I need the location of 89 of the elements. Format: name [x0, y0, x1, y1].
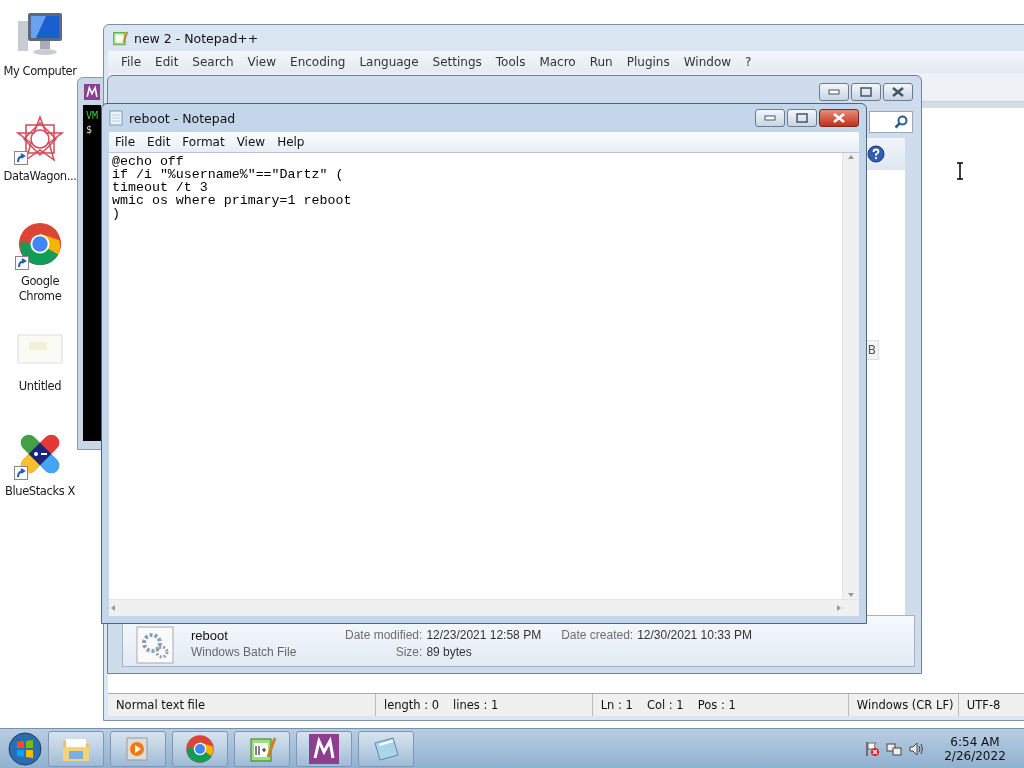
- taskbar-button[interactable]: [296, 731, 352, 767]
- window-title: new 2 - Notepad++: [134, 30, 259, 46]
- window-title: reboot - Notepad: [129, 110, 236, 126]
- status-text: Normal text file: [116, 698, 206, 712]
- maximize-button[interactable]: [851, 83, 881, 101]
- maximize-icon: [860, 87, 872, 97]
- detail-label: Date created:: [561, 628, 634, 644]
- scroll-left-icon[interactable]: [109, 604, 117, 612]
- notepad-plus-icon: [248, 735, 276, 763]
- scroll-right-icon[interactable]: [835, 604, 843, 612]
- batch-file-icon: [135, 625, 175, 665]
- blank-document-icon: [17, 334, 63, 364]
- menu-item[interactable]: Format: [176, 135, 231, 149]
- menu-item[interactable]: Settings: [425, 55, 489, 69]
- menu-item[interactable]: File: [109, 135, 142, 149]
- menu-item[interactable]: ?: [738, 55, 759, 69]
- detail-value: 89 bytes: [426, 645, 473, 661]
- search-field[interactable]: [869, 111, 913, 133]
- media-player-icon: [125, 736, 151, 762]
- status-text: Windows (CR LF): [856, 698, 954, 712]
- start-button[interactable]: [8, 732, 42, 766]
- file-type: Windows Batch File: [191, 645, 298, 661]
- terminal-line: $: [86, 123, 93, 137]
- minimize-button[interactable]: [819, 83, 849, 101]
- shortcut-arrow-icon: [14, 151, 28, 165]
- flag-icon[interactable]: [864, 741, 880, 757]
- close-button[interactable]: [883, 83, 913, 101]
- maximize-button[interactable]: [787, 109, 817, 127]
- menu-item[interactable]: Tools: [488, 55, 533, 69]
- horizontal-scrollbar[interactable]: [109, 599, 859, 616]
- maximize-icon: [796, 113, 808, 123]
- chrome-icon: [17, 221, 63, 267]
- desktop-icon-label[interactable]: DataWagon...: [0, 169, 80, 184]
- menu-item[interactable]: Edit: [141, 135, 177, 149]
- chrome-icon: [185, 734, 215, 764]
- terminal-line: VM: [86, 109, 99, 123]
- shortcut-arrow-icon: [14, 466, 28, 480]
- menu-item[interactable]: Plugins: [619, 55, 677, 69]
- status-text: length : 0: [383, 698, 440, 712]
- status-text: Ln : 1: [600, 698, 633, 712]
- minimize-button[interactable]: [755, 109, 785, 127]
- close-button[interactable]: [819, 109, 859, 127]
- clock-date[interactable]: 2/26/2022: [944, 749, 1006, 763]
- file-name: reboot: [191, 628, 229, 645]
- detail-value: 12/23/2021 12:58 PM: [426, 628, 543, 644]
- minimize-icon: [764, 115, 776, 121]
- status-text: UTF-8: [966, 698, 1001, 712]
- status-text: Pos : 1: [697, 698, 736, 712]
- taskbar-button[interactable]: [48, 731, 104, 767]
- star-icon: [16, 115, 64, 163]
- minimize-icon: [828, 89, 840, 95]
- speaker-icon[interactable]: [908, 741, 924, 757]
- detail-value: 12/30/2021 10:33 PM: [637, 628, 753, 644]
- menu-item[interactable]: Help: [271, 135, 311, 149]
- taskbar-button[interactable]: [234, 731, 290, 767]
- text-cursor-icon: [955, 162, 965, 180]
- menu-item[interactable]: Edit: [148, 55, 186, 69]
- status-text: lines : 1: [453, 698, 499, 712]
- menu-item[interactable]: Window: [676, 55, 739, 69]
- menu-item[interactable]: View: [230, 135, 272, 149]
- clock-time[interactable]: 6:54 AM: [950, 735, 1000, 749]
- detail-label: Size:: [394, 645, 423, 661]
- notepad-icon: [109, 110, 123, 126]
- network-icon[interactable]: [886, 741, 902, 757]
- close-icon: [832, 113, 846, 123]
- desktop-icon-label[interactable]: BlueStacks X: [0, 484, 80, 499]
- help-icon[interactable]: [867, 145, 885, 163]
- shortcut-arrow-icon: [15, 256, 29, 270]
- menu-item[interactable]: Run: [582, 55, 620, 69]
- notepad-plus-icon: [112, 30, 128, 46]
- detail-label: Date modified:: [345, 628, 423, 644]
- menu-item[interactable]: View: [240, 55, 284, 69]
- menu-item[interactable]: Encoding: [283, 55, 353, 69]
- m-logo-icon: [309, 734, 339, 764]
- desktop-icon-label[interactable]: Google Chrome: [0, 274, 80, 304]
- menu-item[interactable]: Search: [185, 55, 241, 69]
- status-text: Col : 1: [646, 698, 684, 712]
- notepad-icon: [371, 735, 401, 763]
- computer-icon: [16, 11, 64, 57]
- menu-item[interactable]: Macro: [532, 55, 583, 69]
- taskbar-button[interactable]: [172, 731, 228, 767]
- m-logo-icon: [84, 84, 100, 100]
- desktop-icon-label[interactable]: Untitled: [0, 379, 80, 394]
- vertical-scrollbar[interactable]: [842, 153, 859, 599]
- desktop-icon-label[interactable]: My Computer: [0, 64, 80, 79]
- search-icon: [894, 115, 908, 129]
- menu-item[interactable]: File: [114, 55, 149, 69]
- menu-item[interactable]: Language: [352, 55, 426, 69]
- close-icon: [891, 87, 905, 97]
